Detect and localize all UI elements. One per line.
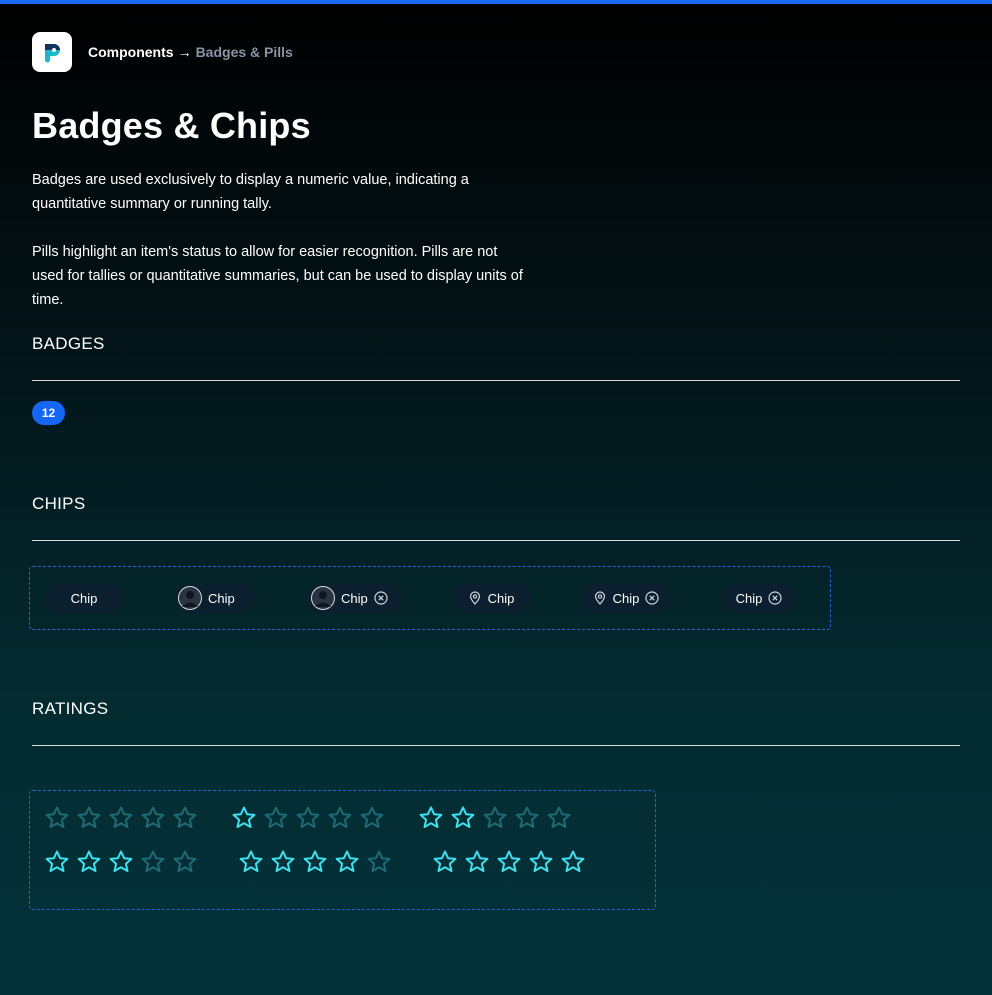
breadcrumb-parent[interactable]: Components <box>88 44 174 60</box>
star-empty-icon[interactable] <box>482 805 508 831</box>
chip-dismissible[interactable]: Chip <box>722 583 796 613</box>
star-empty-icon[interactable] <box>44 805 70 831</box>
top-accent-bar <box>0 0 992 4</box>
rating-2-stars[interactable] <box>418 805 572 831</box>
page-title: Badges & Chips <box>32 105 311 146</box>
star-filled-icon[interactable] <box>270 849 296 875</box>
person-avatar-icon <box>179 587 201 609</box>
star-filled-icon[interactable] <box>238 849 264 875</box>
star-filled-icon[interactable] <box>334 849 360 875</box>
star-empty-icon[interactable] <box>366 849 392 875</box>
pills-description: Pills highlight an item's status to allo… <box>32 244 523 308</box>
star-empty-icon[interactable] <box>546 805 572 831</box>
chip-label: Chip <box>612 590 640 606</box>
breadcrumb-current: Badges & Pills <box>195 44 293 60</box>
star-filled-icon[interactable] <box>528 849 554 875</box>
badges-divider <box>32 380 960 381</box>
chip-location[interactable]: Chip <box>452 583 530 613</box>
star-empty-icon[interactable] <box>140 849 166 875</box>
rating-4-stars[interactable] <box>238 849 392 875</box>
star-filled-icon[interactable] <box>560 849 586 875</box>
close-icon[interactable] <box>374 591 388 605</box>
star-filled-icon[interactable] <box>231 805 257 831</box>
star-empty-icon[interactable] <box>108 805 134 831</box>
close-icon[interactable] <box>768 591 782 605</box>
star-empty-icon[interactable] <box>172 849 198 875</box>
breadcrumb: Components → Badges & Pills <box>88 44 293 60</box>
star-filled-icon[interactable] <box>418 805 444 831</box>
avatar <box>178 586 202 610</box>
location-pin-icon <box>594 591 605 605</box>
logo-icon <box>45 44 60 63</box>
chip-location-dismissible[interactable]: Chip <box>581 583 671 613</box>
star-filled-icon[interactable] <box>44 849 70 875</box>
breadcrumb-arrow-icon: → <box>177 44 192 60</box>
chip-avatar-dismissible[interactable]: Chip <box>308 583 401 613</box>
rating-3-stars[interactable] <box>44 849 198 875</box>
chip-label: Chip <box>208 590 235 606</box>
star-filled-icon[interactable] <box>464 849 490 875</box>
star-empty-icon[interactable] <box>140 805 166 831</box>
star-filled-icon[interactable] <box>496 849 522 875</box>
chip-label: Chip <box>487 590 515 606</box>
chip-label: Chip <box>70 590 98 606</box>
ratings-divider <box>32 745 960 746</box>
rating-5-stars[interactable] <box>432 849 586 875</box>
count-badge: 12 <box>32 401 65 425</box>
app-logo[interactable] <box>32 32 72 72</box>
location-pin-icon <box>469 591 480 605</box>
star-empty-icon[interactable] <box>263 805 289 831</box>
star-empty-icon[interactable] <box>295 805 321 831</box>
star-filled-icon[interactable] <box>450 805 476 831</box>
chips-showcase <box>29 566 831 630</box>
header: Components → Badges & Pills <box>32 32 293 72</box>
star-filled-icon[interactable] <box>108 849 134 875</box>
star-filled-icon[interactable] <box>76 849 102 875</box>
avatar <box>311 586 335 610</box>
rating-1-star[interactable] <box>231 805 385 831</box>
close-icon[interactable] <box>645 591 659 605</box>
star-empty-icon[interactable] <box>514 805 540 831</box>
chip-label: Chip <box>341 590 368 606</box>
chips-section-title: CHIPS <box>32 494 86 513</box>
chips-divider <box>32 540 960 541</box>
star-empty-icon[interactable] <box>327 805 353 831</box>
star-empty-icon[interactable] <box>172 805 198 831</box>
star-filled-icon[interactable] <box>432 849 458 875</box>
star-empty-icon[interactable] <box>76 805 102 831</box>
badges-description: Badges are used exclusively to display a… <box>32 172 469 212</box>
chip-label: Chip <box>735 590 763 606</box>
badges-section-title: BADGES <box>32 334 105 353</box>
ratings-section-title: RATINGS <box>32 699 109 718</box>
star-empty-icon[interactable] <box>359 805 385 831</box>
person-avatar-icon <box>312 587 334 609</box>
rating-0-stars[interactable] <box>44 805 198 831</box>
chip-avatar[interactable]: Chip <box>175 583 255 613</box>
star-filled-icon[interactable] <box>302 849 328 875</box>
chip-plain[interactable]: Chip <box>45 583 123 613</box>
